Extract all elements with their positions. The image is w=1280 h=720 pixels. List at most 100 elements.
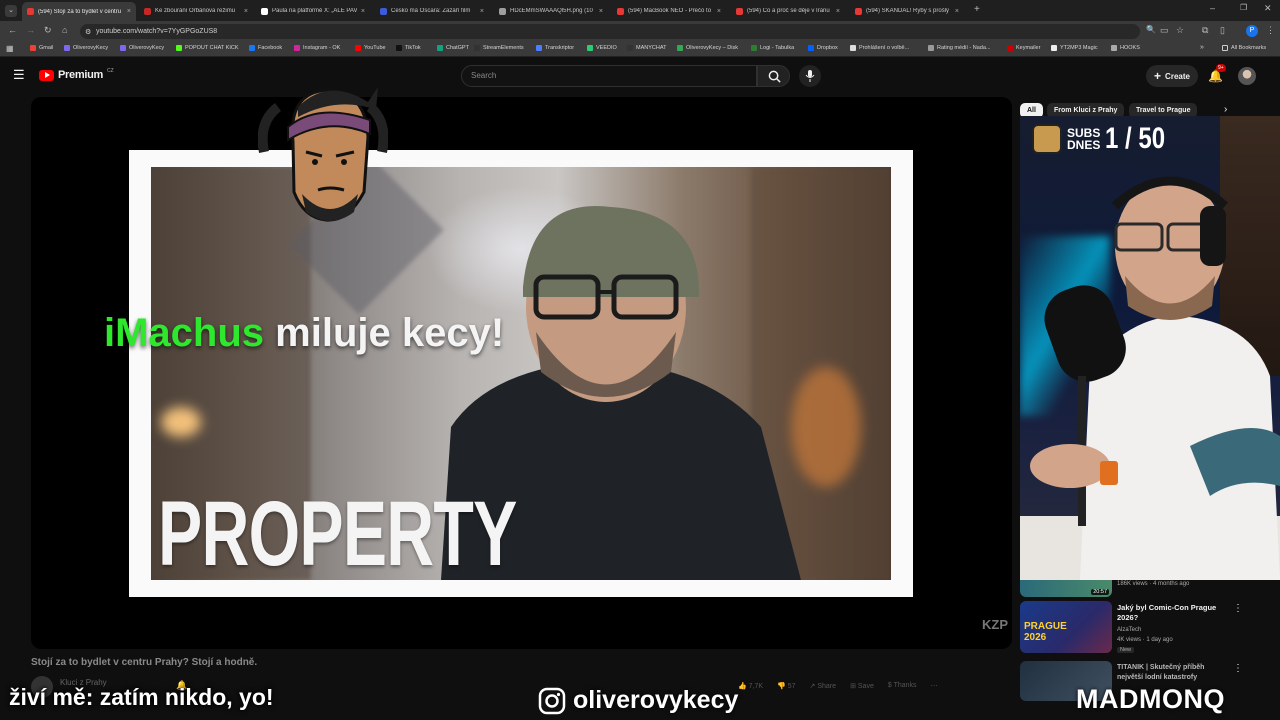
tab-close-icon[interactable]: × (717, 8, 721, 15)
browser-tab[interactable]: (594) Stojí za to bydlet v centru × (22, 2, 136, 21)
tab-close-icon[interactable]: × (599, 8, 603, 15)
create-button[interactable]: + Create (1146, 65, 1198, 87)
tab-list-button[interactable]: ⌄ (5, 5, 17, 17)
bookmark-item[interactable]: MANYCHAT (627, 45, 666, 51)
bookmark-favicon-icon (587, 45, 593, 51)
reload-icon[interactable]: ↻ (44, 25, 52, 36)
bookmark-item[interactable]: Dropbox (808, 45, 838, 51)
back-icon[interactable]: ← (8, 25, 17, 35)
browser-tab[interactable]: (594) SKANDÁL! Ryby s prošlý × (850, 3, 964, 19)
thanks-button[interactable]: $ Thanks (888, 682, 917, 690)
bookmark-item[interactable]: POPOUT CHAT KICK (176, 45, 238, 51)
home-icon[interactable]: ⌂ (62, 25, 67, 35)
chips-next-icon[interactable]: › (1224, 104, 1227, 115)
rec-meta-1: 4K views · 1 day ago (1117, 637, 1173, 643)
rec-more-icon[interactable]: ⋮ (1233, 603, 1243, 614)
sidebar-icon[interactable]: ▯ (1220, 25, 1225, 36)
bookmark-favicon-icon (1051, 45, 1057, 51)
bookmark-item[interactable]: StreamElements (474, 45, 524, 51)
zoom-icon[interactable]: 🔍 (1146, 25, 1156, 34)
bookmark-item[interactable]: OliverovyKecy (64, 45, 108, 51)
restore-button[interactable]: ❐ (1240, 3, 1247, 12)
rec-thumbnail-1[interactable]: PRAGUE 2026 (1020, 601, 1112, 653)
save-icon: ⊞ (850, 683, 856, 690)
search-button[interactable] (757, 65, 790, 87)
tab-title: (594) MacBook NEO - Prečo to (628, 8, 712, 14)
bookmark-label: Keymailer (1016, 45, 1041, 51)
bookmark-item[interactable]: Keymailer (1007, 45, 1040, 51)
rec-thumbnail-0[interactable]: 20:57 (1020, 580, 1112, 597)
browser-tab[interactable]: Ke zbourání Orbánova režimu × (139, 3, 253, 19)
browser-tab[interactable]: (594) Co a proč se děje v Íránu × (731, 3, 845, 19)
youtube-logo[interactable]: Premium CZ (39, 68, 114, 81)
forward-icon[interactable]: → (26, 25, 35, 35)
bookmark-item[interactable]: Logi - Tabulka (751, 45, 794, 51)
rec-title-2[interactable]: TITANIK | Skutečný příběh největší lodní… (1117, 663, 1225, 683)
tab-close-icon[interactable]: × (955, 8, 959, 15)
dislike-button[interactable]: 👎 57 (777, 682, 795, 690)
site-info-icon[interactable]: ⚙ (85, 28, 91, 36)
share-button[interactable]: ↗ Share (810, 682, 837, 690)
bookmark-label: StreamElements (483, 45, 524, 51)
voice-search-button[interactable] (799, 65, 821, 87)
tab-favicon-icon (27, 8, 34, 15)
bookmark-item[interactable]: YouTube (355, 45, 386, 51)
instagram-handle: oliverovykecy (538, 686, 738, 715)
browser-tab[interactable]: Paula na platformě X: „ALE PAV × (256, 3, 370, 19)
rec-title-1[interactable]: Jaký byl Comic-Con Prague 2026? (1117, 603, 1225, 623)
notifications-button[interactable]: 🔔 9+ (1208, 64, 1226, 85)
bookmark-favicon-icon (928, 45, 934, 51)
rec-channel-1[interactable]: AlzaTech (1117, 627, 1141, 633)
like-button[interactable]: 👍 7,7K (738, 682, 763, 690)
extensions-icon[interactable]: ⧉ (1202, 25, 1208, 36)
bookmark-item[interactable]: Transkriptor (536, 45, 574, 51)
browser-menu-icon[interactable]: ⋮ (1266, 25, 1275, 36)
all-bookmarks[interactable]: All Bookmarks (1222, 45, 1266, 51)
save-button[interactable]: ⊞ Save (850, 682, 874, 690)
url-input[interactable]: ⚙ youtube.com/watch?v=7YyGPGoZUS8 (80, 24, 1140, 39)
plus-icon: + (1154, 69, 1162, 83)
browser-tab[interactable]: HDcEMmSWAAAQl5H.png (10 × (494, 3, 608, 19)
bookmark-star-icon[interactable]: ☆ (1176, 25, 1184, 36)
bookmark-item[interactable]: Instagram - OK (294, 45, 340, 51)
browser-tab[interactable]: Česko má Oscara: Zazáří film × (375, 3, 489, 19)
apps-icon[interactable]: ▦ (6, 44, 14, 53)
account-avatar[interactable] (1238, 67, 1256, 85)
bookmark-label: Logi - Tabulka (760, 45, 795, 51)
browser-tab[interactable]: (594) MacBook NEO - Prečo to × (612, 3, 726, 19)
bookmark-item[interactable]: ChatGPT (437, 45, 469, 51)
bookmark-item[interactable]: Facebook (249, 45, 282, 51)
subs-labels: SUBS DNES (1067, 127, 1100, 151)
bookmark-item[interactable]: VEEDIO (587, 45, 617, 51)
tab-close-icon[interactable]: × (127, 8, 131, 15)
tab-close-icon[interactable]: × (836, 8, 840, 15)
close-window-button[interactable]: ✕ (1264, 3, 1272, 14)
rec-more-icon[interactable]: ⋮ (1233, 663, 1243, 674)
new-tab-button[interactable]: + (974, 4, 980, 15)
subs-goal-widget: SUBS DNES 1 / 50 (1032, 124, 1180, 154)
bookmark-item[interactable]: OliverovyKecy – Disk (677, 45, 738, 51)
bookmark-label: ChatGPT (446, 45, 469, 51)
bookmark-item[interactable]: Prohlášení o volbě... (850, 45, 909, 51)
bookmark-item[interactable]: YT2MP3 Magic (1051, 45, 1098, 51)
more-bookmarks-icon[interactable]: » (1200, 44, 1204, 51)
tab-title: Paula na platformě X: „ALE PAV (272, 8, 357, 14)
bookmark-item[interactable]: HOOKS (1111, 45, 1140, 51)
chat-overlay: iMachus miluje kecy! (104, 310, 504, 356)
bookmark-item[interactable]: OliverovyKecy (120, 45, 164, 51)
hamburger-menu-icon[interactable]: ☰ (13, 67, 25, 83)
share-label: Share (817, 683, 837, 690)
tab-close-icon[interactable]: × (244, 8, 248, 15)
bookmark-item[interactable]: Rating médií - Nada... (928, 45, 991, 51)
search-input[interactable]: Search (461, 65, 757, 87)
profile-avatar[interactable]: P (1246, 25, 1258, 37)
more-actions-icon[interactable]: ⋯ (931, 682, 938, 690)
tab-close-icon[interactable]: × (361, 8, 365, 15)
tab-close-icon[interactable]: × (480, 8, 484, 15)
subs-count: 1 / 50 (1105, 122, 1166, 155)
bookmark-item[interactable]: Gmail (30, 45, 53, 51)
cast-icon[interactable]: ▭ (1160, 25, 1169, 36)
subs-label-2: DNES (1067, 138, 1101, 152)
minimize-button[interactable]: – (1210, 3, 1215, 13)
bookmark-item[interactable]: TikTok (396, 45, 421, 51)
